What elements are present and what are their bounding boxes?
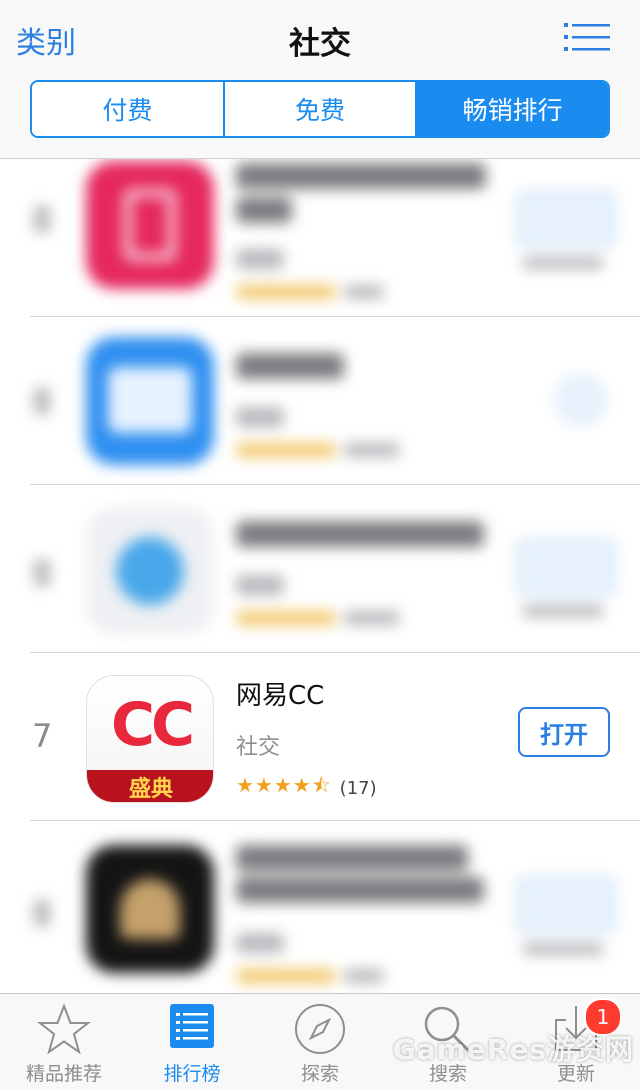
icon-banner-text: 盛典 [128, 777, 173, 802]
tab-featured[interactable]: 精品推荐 [0, 994, 128, 1090]
segment-paid[interactable]: 付费 [32, 82, 223, 136]
rank-number: 7 [32, 717, 53, 755]
blurred-title [236, 521, 484, 547]
blurred-count [344, 969, 384, 983]
blurred-category [236, 407, 284, 427]
blurred-title [236, 845, 468, 871]
list-item-blurred-1[interactable] [0, 159, 640, 317]
blurred-iap-note [522, 257, 604, 269]
blurred-category [236, 575, 284, 595]
list-item-featured[interactable]: 7 CC 盛典 网易CC 社交 ★★★★⯪ (17) 打开 [0, 653, 640, 821]
blurred-cloud-download-icon [554, 373, 608, 427]
app-category: 社交 [236, 735, 281, 760]
app-rating: ★★★★⯪ (17) [236, 771, 377, 805]
tab-bar: 精品推荐 排行榜 探索 搜索 1 更新 GameRes游资网 [0, 993, 640, 1090]
icon-banner: 盛典 [87, 770, 213, 802]
compass-icon [293, 1002, 347, 1060]
blurred-get-button [516, 539, 616, 595]
list-icon-graphic [564, 23, 610, 51]
list-icon[interactable] [564, 22, 610, 52]
blurred-get-button [516, 191, 616, 247]
segment-top-grossing[interactable]: 畅销排行 [415, 82, 608, 136]
tab-label: 探索 [300, 1063, 339, 1085]
app-name[interactable]: 网易CC [236, 675, 324, 712]
blurred-rank [34, 899, 50, 927]
blurred-count [344, 611, 400, 625]
blurred-category [236, 249, 284, 269]
navigation-bar: 类别 社交 付费 免费 畅销排行 [0, 0, 640, 159]
tab-label: 排行榜 [163, 1063, 221, 1085]
blurred-rank [34, 205, 50, 233]
blurred-get-button [516, 877, 616, 933]
chart-type-segmented-control: 付费 免费 畅销排行 [30, 80, 610, 138]
app-icon [86, 161, 214, 289]
app-icon [86, 507, 214, 635]
app-icon [86, 845, 214, 973]
categories-back-button[interactable]: 类别 [16, 18, 76, 62]
blurred-title [236, 163, 486, 189]
blurred-title [236, 353, 344, 379]
app-ranking-list: 7 CC 盛典 网易CC 社交 ★★★★⯪ (17) 打开 [0, 159, 640, 993]
blurred-rank [34, 387, 50, 415]
star-icon [36, 1002, 92, 1062]
list-item-blurred-2[interactable] [0, 317, 640, 485]
watermark: GameRes游资网 [392, 1033, 634, 1066]
blurred-stars [236, 285, 336, 299]
icon-logo-text: CC [110, 690, 195, 760]
blurred-count [344, 285, 384, 299]
netease-cc-app-icon[interactable]: CC 盛典 [86, 675, 214, 803]
blurred-rank [34, 559, 50, 587]
tab-label: 精品推荐 [25, 1063, 102, 1085]
list-item-blurred-3[interactable] [0, 485, 640, 653]
blurred-count [344, 443, 400, 457]
open-button[interactable]: 打开 [518, 707, 610, 757]
list-item-blurred-4[interactable] [0, 821, 640, 989]
rating-count: (17) [339, 777, 377, 799]
blurred-category [236, 933, 284, 953]
star-rating-icon: ★★★★⯪ [236, 773, 332, 797]
tab-explore[interactable]: 探索 [256, 994, 384, 1090]
blurred-stars [236, 969, 336, 983]
page-title: 社交 [289, 26, 351, 62]
ranking-list-icon [168, 1002, 216, 1054]
blurred-iap-note [522, 605, 604, 617]
blurred-title-line2 [236, 197, 292, 223]
blurred-iap-note [522, 943, 604, 955]
app-icon [86, 337, 214, 465]
blurred-title-line2 [236, 877, 484, 903]
tab-top-charts[interactable]: 排行榜 [128, 994, 256, 1090]
segment-free[interactable]: 免费 [222, 82, 416, 136]
blurred-stars [236, 443, 336, 457]
blurred-stars [236, 611, 336, 625]
